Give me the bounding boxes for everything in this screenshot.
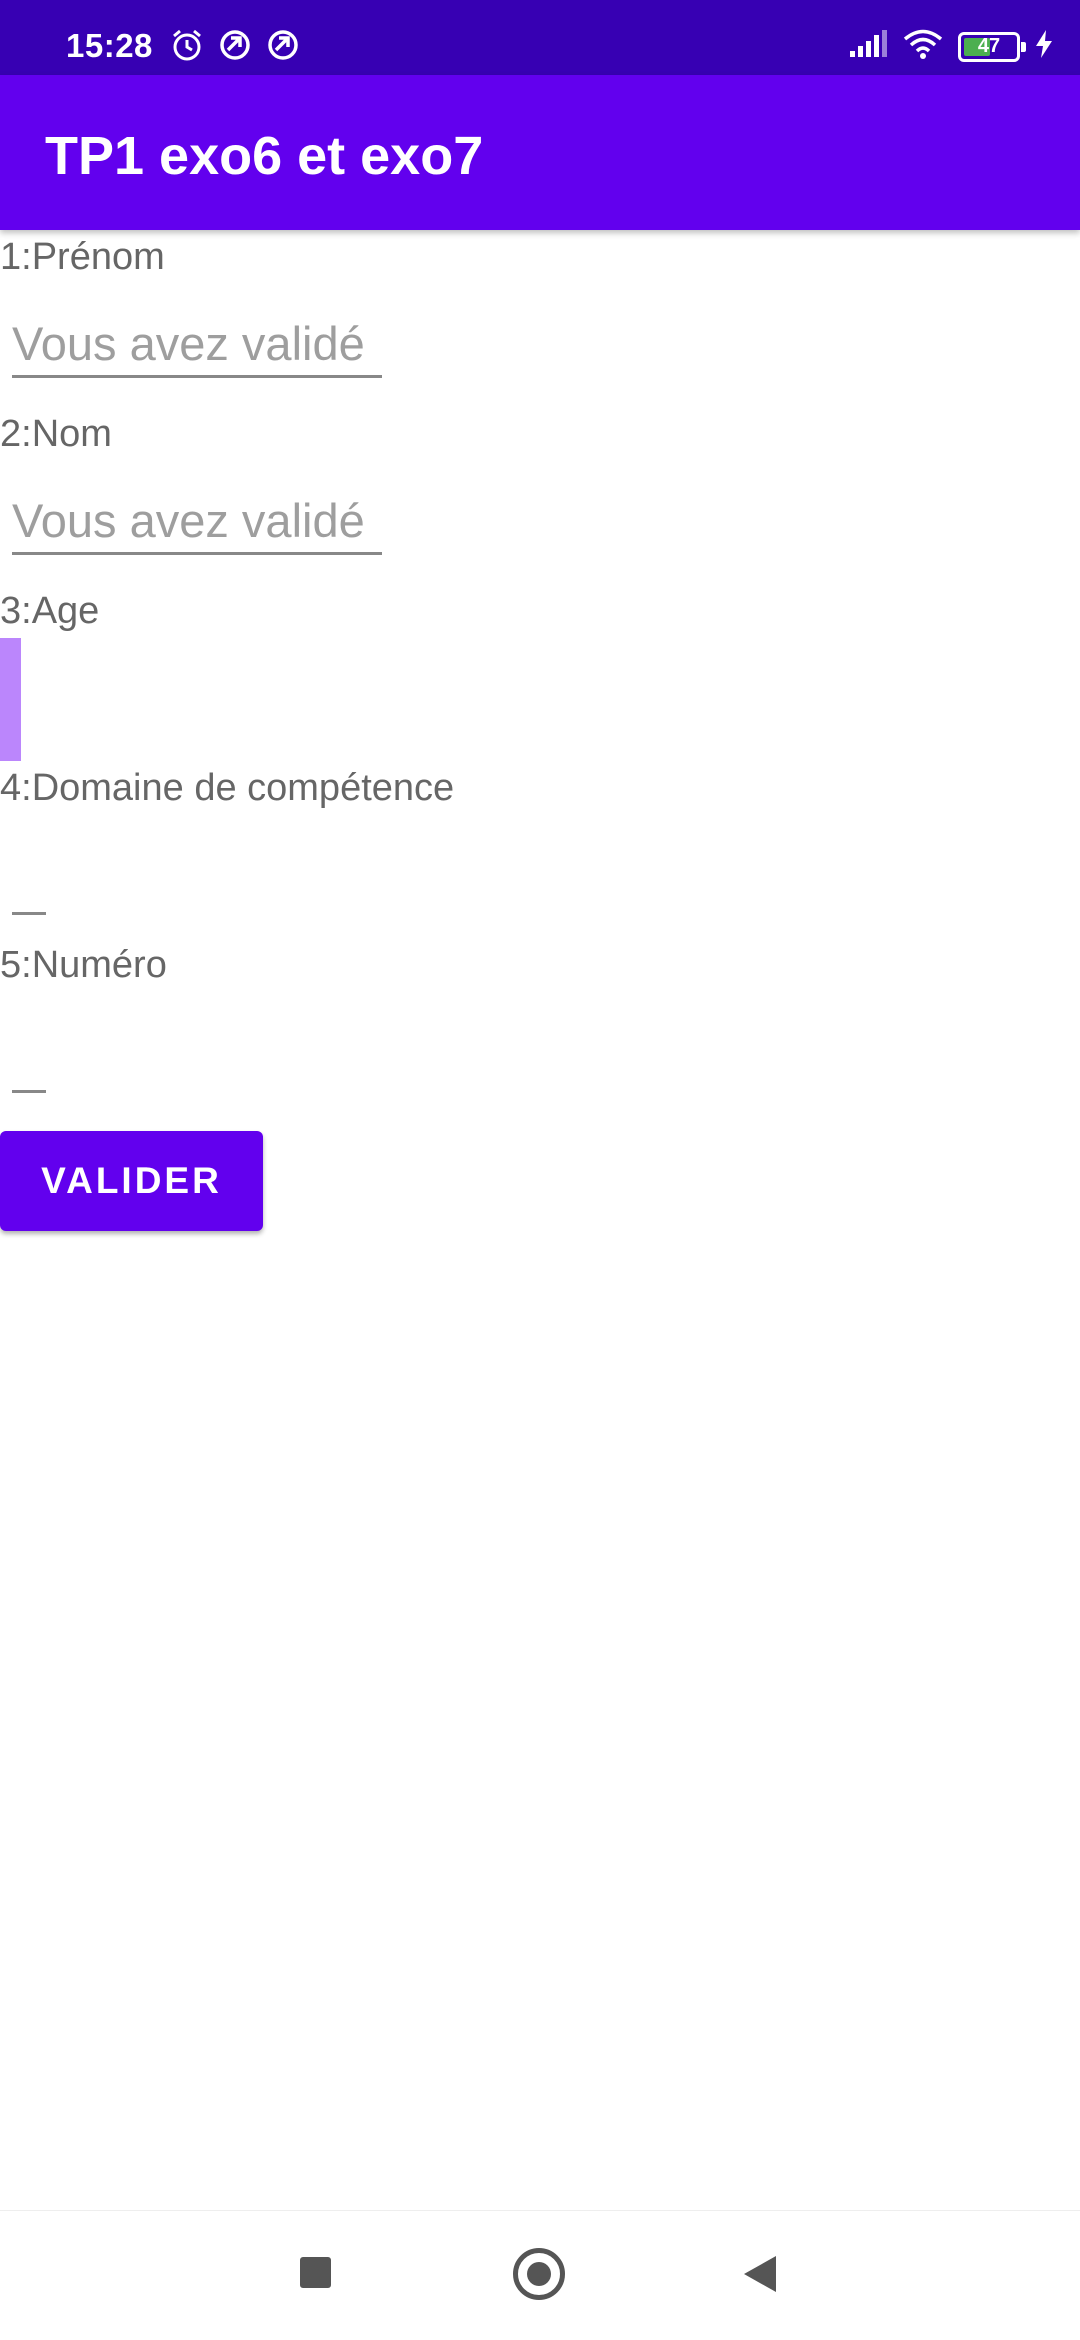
status-icons-right: 47 <box>848 28 1054 65</box>
nom-field[interactable]: Vous avez validé <box>12 493 382 555</box>
age-field[interactable] <box>0 638 21 761</box>
numero-field[interactable] <box>12 1090 46 1093</box>
nom-hint: Vous avez validé <box>12 494 365 547</box>
home-dot <box>527 2262 551 2286</box>
app-title: TP1 exo6 et exo7 <box>45 126 484 186</box>
prenom-hint: Vous avez validé <box>12 317 365 370</box>
app-bar: TP1 exo6 et exo7 <box>0 75 1080 230</box>
status-icons-left <box>170 28 300 67</box>
recent-apps-icon[interactable] <box>300 2257 331 2288</box>
navigation-bar <box>0 2210 1080 2340</box>
valider-button[interactable]: VALIDER <box>0 1131 263 1231</box>
charging-icon <box>1034 29 1054 64</box>
domaine-field[interactable] <box>12 912 46 915</box>
numero-label: 5:Numéro <box>0 944 167 986</box>
age-label: 3:Age <box>0 590 100 632</box>
nom-label: 2:Nom <box>0 413 112 455</box>
alarm-icon <box>170 28 204 67</box>
domaine-label: 4:Domaine de compétence <box>0 767 455 809</box>
wifi-icon <box>902 28 944 65</box>
battery-level: 47 <box>977 35 1001 57</box>
sync-icon <box>218 28 252 67</box>
prenom-field[interactable]: Vous avez validé <box>12 316 382 378</box>
home-icon[interactable] <box>513 2248 565 2300</box>
battery-icon: 47 <box>958 31 1026 62</box>
prenom-label: 1:Prénom <box>0 236 165 278</box>
status-time: 15:28 <box>66 27 153 64</box>
status-bar: 15:28 47 <box>0 0 1080 75</box>
signal-icon <box>848 29 888 64</box>
sync-icon <box>266 28 300 67</box>
back-icon[interactable] <box>744 2256 776 2292</box>
